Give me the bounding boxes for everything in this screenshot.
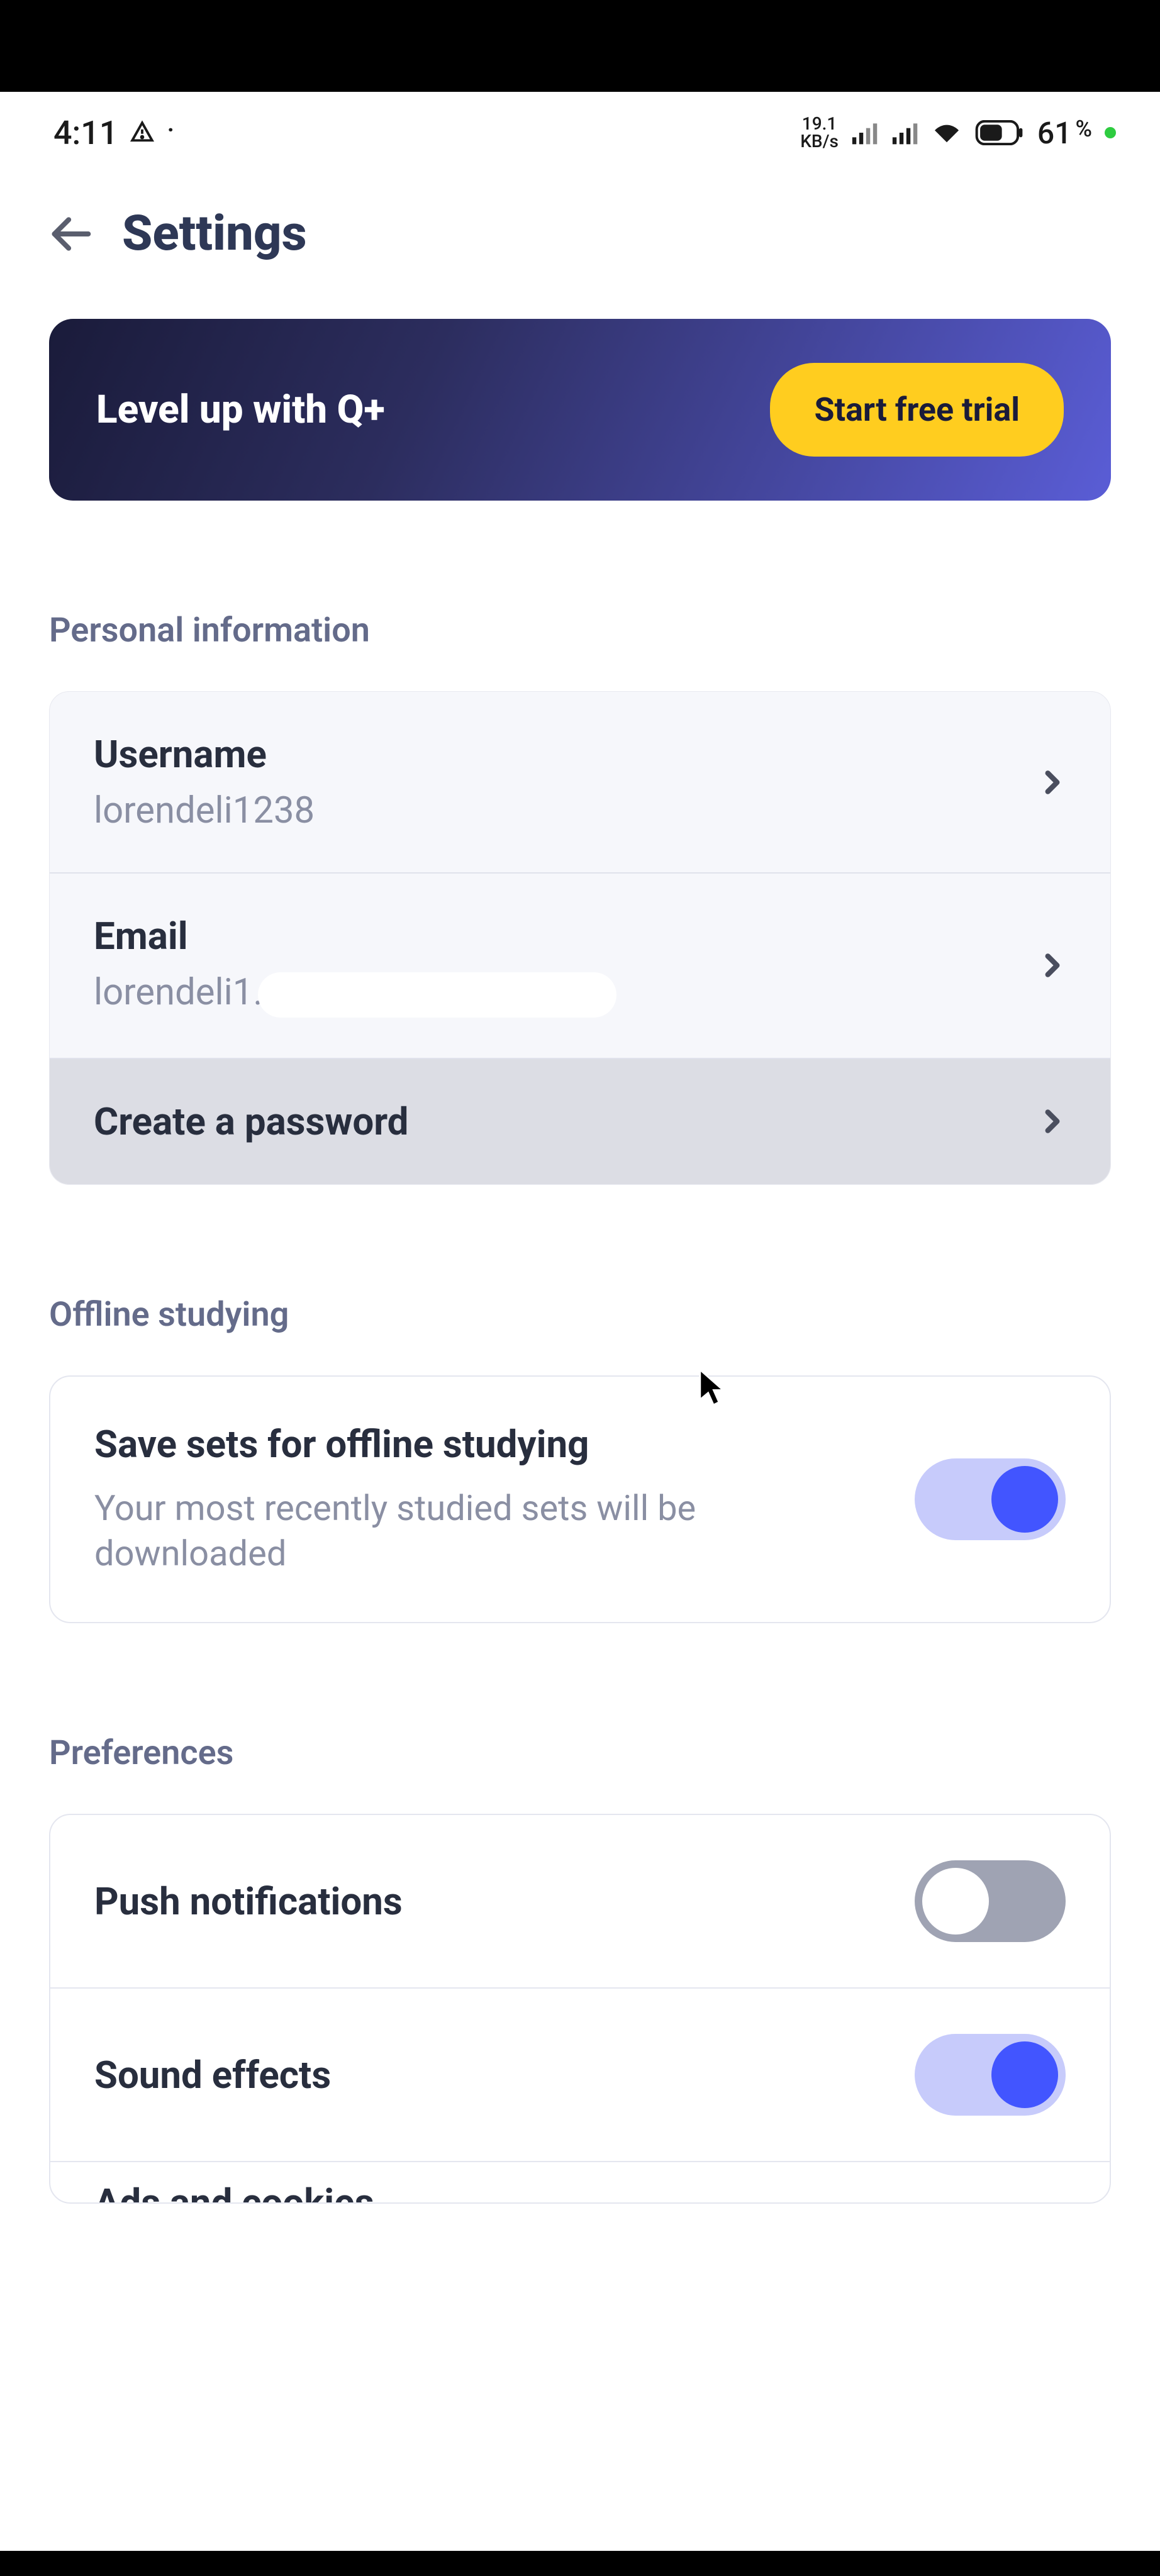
chevron-right-icon xyxy=(1039,952,1066,979)
status-bar: 4:11 · 19.1 KB/s xyxy=(0,92,1160,167)
push-notifications-label: Push notifications xyxy=(94,1879,890,1924)
signal-bars-icon-1 xyxy=(851,121,879,145)
chevron-right-icon xyxy=(1039,1108,1066,1135)
page-header: Settings xyxy=(0,167,1160,319)
push-notifications-row: Push notifications xyxy=(50,1815,1110,1989)
create-password-row[interactable]: Create a password xyxy=(50,1059,1110,1184)
status-bar-right: 19.1 KB/s 61 % xyxy=(800,115,1116,151)
username-label: Username xyxy=(94,732,1039,777)
battery-percent: 61 xyxy=(1037,115,1072,151)
sound-effects-toggle[interactable] xyxy=(915,2034,1066,2116)
sound-effects-row: Sound effects xyxy=(50,1989,1110,2162)
email-row[interactable]: Email lorendeli1. xyxy=(50,874,1110,1059)
offline-studying-section: Offline studying Save sets for offline s… xyxy=(49,1295,1111,1624)
section-header-personal: Personal information xyxy=(49,611,1111,650)
create-password-label: Create a password xyxy=(94,1099,1039,1144)
username-row[interactable]: Username lorendeli1238 xyxy=(50,692,1110,874)
wifi-icon xyxy=(932,121,962,145)
personal-information-section: Personal information Username lorendeli1… xyxy=(49,611,1111,1185)
battery-icon xyxy=(974,120,1025,145)
signal-bars-icon-2 xyxy=(891,121,919,145)
email-redacted-pill xyxy=(258,972,616,1018)
username-value: lorendeli1238 xyxy=(94,789,1039,832)
promo-banner: Level up with Q+ Start free trial xyxy=(49,319,1111,501)
privacy-indicator-dot xyxy=(1105,127,1116,138)
start-free-trial-button[interactable]: Start free trial xyxy=(770,363,1064,457)
preferences-card: Push notifications Sound effects Ads and… xyxy=(49,1814,1111,2204)
push-notifications-toggle[interactable] xyxy=(915,1860,1066,1942)
toggle-knob xyxy=(991,2041,1058,2108)
data-rate-indicator: 19.1 KB/s xyxy=(800,115,839,150)
letterbox-top xyxy=(0,0,1160,92)
status-time: 4:11 xyxy=(53,114,118,152)
save-sets-label: Save sets for offline studying xyxy=(94,1422,890,1467)
letterbox-bottom xyxy=(0,2551,1160,2576)
offline-card: Save sets for offline studying Your most… xyxy=(49,1375,1111,1624)
save-sets-description: Your most recently studied sets will be … xyxy=(94,1485,890,1577)
email-value: lorendeli1. xyxy=(94,971,1039,1018)
email-label: Email xyxy=(94,914,1039,958)
back-arrow-icon[interactable] xyxy=(49,213,92,255)
status-bar-left: 4:11 · xyxy=(53,114,174,152)
save-sets-row: Save sets for offline studying Your most… xyxy=(50,1377,1110,1623)
ads-cookies-row[interactable]: Ads and cookies xyxy=(50,2162,1110,2202)
section-header-offline: Offline studying xyxy=(49,1295,1111,1335)
toggle-knob xyxy=(922,1868,989,1935)
page-title: Settings xyxy=(122,205,307,262)
chevron-right-icon xyxy=(1039,769,1066,796)
toggle-knob xyxy=(991,1466,1058,1533)
ads-cookies-label: Ads and cookies xyxy=(94,2180,1066,2203)
triangle-alert-icon xyxy=(129,119,155,146)
personal-info-card: Username lorendeli1238 Email lorendeli1.… xyxy=(49,691,1111,1185)
section-header-preferences: Preferences xyxy=(49,1733,1111,1773)
percent-sign: % xyxy=(1075,116,1092,142)
save-sets-toggle[interactable] xyxy=(915,1458,1066,1540)
preferences-section: Preferences Push notifications Sound eff… xyxy=(49,1733,1111,2204)
promo-text: Level up with Q+ xyxy=(96,387,385,433)
status-separator-dot: · xyxy=(167,115,174,146)
sound-effects-label: Sound effects xyxy=(94,2053,890,2097)
